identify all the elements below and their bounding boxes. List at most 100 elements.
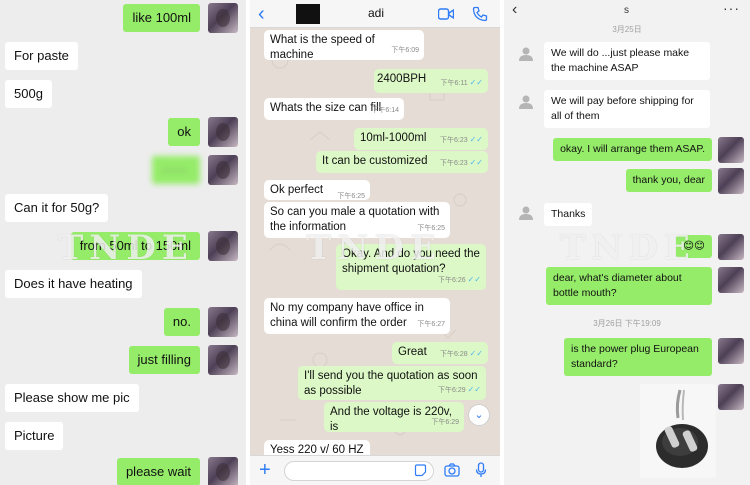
user-placeholder-icon[interactable]	[518, 205, 534, 221]
contact-name[interactable]: adi	[368, 6, 384, 20]
message-bubble-out[interactable]: 2400BPH 下午6:11 ✓✓	[374, 69, 488, 93]
message-bubble-in[interactable]: Please show me pic	[5, 384, 139, 412]
avatar[interactable]	[208, 307, 238, 337]
sticker-icon[interactable]	[414, 464, 427, 477]
avatar[interactable]	[718, 338, 744, 364]
contact-name[interactable]: s	[624, 5, 629, 16]
message-bubble-in[interactable]: So can you male a quotation with the inf…	[264, 202, 450, 238]
message-time: 下午6:25	[417, 225, 445, 232]
avatar[interactable]	[718, 234, 744, 260]
message-time: 下午6:09	[391, 47, 419, 54]
message-status: 下午6:26 ✓✓	[438, 272, 481, 288]
blurred-message-bubble[interactable]: ——	[152, 156, 200, 184]
message-row: Please show me pic	[0, 382, 246, 416]
read-ticks-icon: ✓✓	[469, 78, 483, 87]
scroll-to-bottom-button[interactable]: ⌄	[468, 404, 490, 426]
read-ticks-icon: ✓✓	[467, 275, 481, 284]
message-text: What is the speed of machine	[270, 34, 375, 61]
message-bubble-in[interactable]: For paste	[5, 42, 78, 70]
avatar[interactable]	[208, 117, 238, 147]
message-bubble-out[interactable]: I'll send you the quotation as soon as p…	[298, 366, 486, 400]
avatar[interactable]	[718, 137, 744, 163]
more-options-icon[interactable]: ···	[723, 0, 740, 16]
message-time: 下午6:23	[440, 137, 468, 144]
avatar[interactable]	[718, 384, 744, 410]
message-status: 下午6:28 ✓✓	[440, 346, 483, 362]
message-bubble-out[interactable]: 10ml-1000ml 下午6:23 ✓✓	[354, 128, 488, 150]
microphone-icon[interactable]	[475, 462, 487, 478]
read-ticks-icon: ✓✓	[469, 349, 483, 358]
message-text: Ok perfect	[270, 184, 324, 196]
message-bubble-out[interactable]: okay. I will arrange them ASAP.	[553, 138, 712, 161]
message-bubble-in[interactable]: Ok perfect 下午6:25	[264, 180, 370, 200]
message-bubble-out[interactable]: like 100ml	[123, 4, 200, 32]
chat-header: ‹ s ···	[504, 0, 750, 24]
message-bubble-out[interactable]: is the power plug European standard?	[564, 338, 712, 376]
message-input[interactable]	[284, 461, 434, 481]
message-bubble-out[interactable]: no.	[163, 308, 200, 336]
user-placeholder-icon[interactable]	[518, 46, 534, 62]
message-row: ok	[0, 116, 246, 150]
message-text: 2400BPH	[377, 73, 427, 85]
chat-panel-right: ‹ s ··· 3月25日 We will do ...just please …	[504, 0, 750, 485]
avatar[interactable]	[718, 168, 744, 194]
message-text: Whats the size can fill	[270, 102, 382, 114]
message-bubble-in[interactable]: No my company have office in china will …	[264, 298, 450, 334]
message-time: 下午6:14	[371, 107, 399, 114]
message-bubble-out[interactable]: And the voltage is 220v, is 下午6:29	[324, 402, 464, 433]
video-call-icon[interactable]	[438, 8, 454, 20]
message-bubble-out[interactable]: Okay. And do you need the shipment quota…	[336, 244, 486, 290]
message-bubble-in[interactable]: Whats the size can fill 下午6:14	[264, 98, 404, 120]
message-bubble-out[interactable]: It can be customized 下午6:23 ✓✓	[316, 151, 488, 173]
message-bubble-out[interactable]: just filling	[128, 346, 200, 374]
message-row: For paste	[0, 40, 246, 74]
plug-photo[interactable]	[640, 384, 716, 478]
chat-panel-middle: ‹ adi What is the speed of machine 下午6:0…	[250, 0, 500, 485]
read-ticks-icon: ✓✓	[469, 158, 483, 167]
message-bubble-out[interactable]: dear, what's diameter about bottle mouth…	[546, 267, 712, 305]
avatar[interactable]	[208, 457, 238, 485]
message-bubble-in[interactable]: Can it for 50g?	[5, 194, 109, 222]
avatar[interactable]	[208, 231, 238, 261]
message-bubble-out[interactable]: ok	[168, 118, 200, 146]
avatar[interactable]	[208, 345, 238, 375]
message-bubble-in[interactable]: Thanks	[544, 203, 593, 226]
message-bubble-out[interactable]: please wait	[116, 458, 200, 485]
date-stamp: 3月25日	[612, 25, 642, 34]
message-bubble-in[interactable]: 500g	[5, 80, 52, 108]
message-bubble-out[interactable]: Great 下午6:28 ✓✓	[392, 342, 488, 364]
message-text: So can you male a quotation with the inf…	[270, 206, 440, 233]
message-text: 10ml-1000ml	[360, 132, 427, 144]
message-bubble-in[interactable]: Does it have heating	[5, 270, 142, 298]
message-row: like 100ml	[0, 2, 246, 36]
message-time: 下午6:29	[438, 387, 466, 394]
message-time: 下午6:11	[440, 80, 468, 87]
avatar[interactable]	[208, 3, 238, 33]
chat-panel-left: like 100ml For paste 500g ok —— Can it f…	[0, 0, 246, 485]
user-placeholder-icon[interactable]	[518, 94, 534, 110]
message-time: 下午6:26	[438, 277, 466, 284]
date-stamp: 3月26日 下午19:09	[593, 319, 661, 328]
message-row: 500g	[0, 78, 246, 112]
phone-call-icon[interactable]	[472, 6, 488, 22]
message-row: ——	[0, 154, 246, 188]
message-bubble-in[interactable]: Picture	[5, 422, 64, 450]
read-ticks-icon: ✓✓	[467, 385, 481, 394]
back-chevron-icon[interactable]: ‹	[512, 1, 517, 19]
message-bubble-in[interactable]: What is the speed of machine 下午6:09	[264, 30, 424, 61]
message-status: 下午6:23 ✓✓	[440, 132, 483, 148]
message-bubble-in[interactable]: We will pay before shipping for all of t…	[544, 90, 710, 128]
message-bubble-out[interactable]: 😊😊	[676, 235, 712, 258]
camera-icon[interactable]	[444, 463, 460, 477]
plus-icon[interactable]: +	[259, 458, 271, 482]
message-status: 下午6:29 ✓✓	[438, 382, 481, 398]
message-status: 下午6:23 ✓✓	[440, 155, 483, 171]
message-bubble-out[interactable]: from 50ml to 150ml	[70, 232, 200, 260]
avatar[interactable]	[208, 155, 238, 185]
chat-header: ‹ adi	[250, 0, 500, 28]
message-bubble-out[interactable]: thank you, dear	[625, 169, 712, 192]
back-chevron-icon[interactable]: ‹	[258, 2, 265, 26]
message-bubble-in[interactable]: We will do ...just please make the machi…	[544, 42, 710, 80]
avatar[interactable]	[718, 267, 744, 293]
message-row: Picture	[0, 420, 246, 454]
